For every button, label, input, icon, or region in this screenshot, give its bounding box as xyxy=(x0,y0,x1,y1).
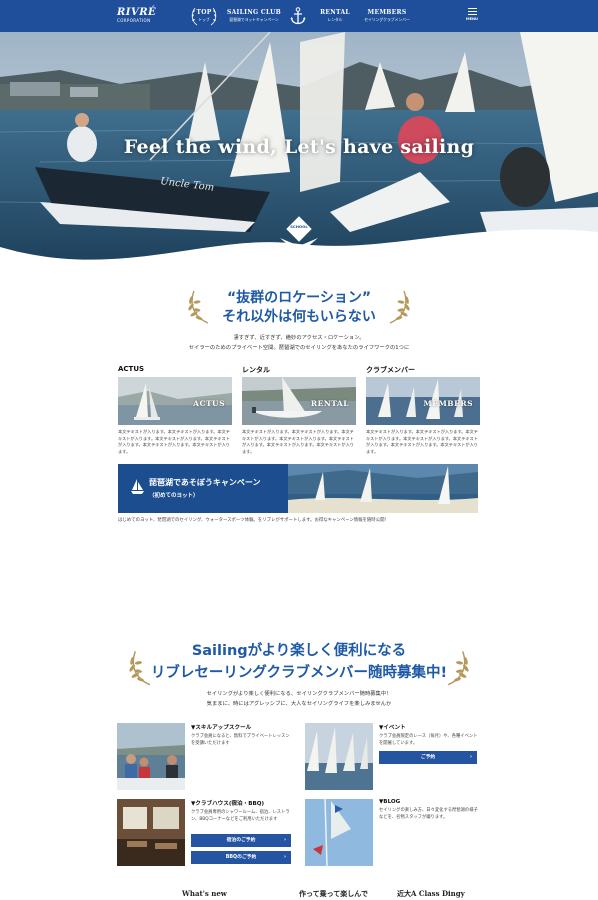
menu-label: MENU xyxy=(466,17,478,21)
card-heading: クラブメンバー xyxy=(366,366,415,374)
campaign-banner[interactable]: 琵琶湖であそぼうキャンペーン （初めてのヨット） xyxy=(118,464,478,513)
card-text: 本文テキストが入ります。本文テキストが入ります。本文テキストが入ります。本文テキ… xyxy=(118,429,230,454)
banner-description: はじめてのヨット、琵琶湖でのセイリング、ウォータースポーツ体験。をリブレがサポー… xyxy=(118,518,389,523)
bbq-reserve-button[interactable]: BBQのご予約 › xyxy=(191,851,291,864)
card-rental[interactable]: レンタル RENTAL 本文テキストが入ります。本文テキストが入ります。本文テキ… xyxy=(242,365,356,455)
nav-rental[interactable]: RENTAL レンタル xyxy=(320,9,350,23)
stay-reserve-label: 宿泊のご予約 xyxy=(226,838,256,843)
card-image[interactable]: MEMBERS xyxy=(366,377,480,425)
nav-sailing-club[interactable]: SAILING CLUB 琵琶湖でヨットキャンペーン xyxy=(226,9,282,23)
header: RIVRÉ CORPORATION TOP トップ SAILING CLUB 琵… xyxy=(0,0,598,32)
wreath-icon xyxy=(191,7,217,26)
section2-title-line1: Sailingがより楽しく便利になる xyxy=(191,643,407,659)
logo-main: RIVRÉ xyxy=(117,7,157,18)
section1-title: “抜群のロケーション” それ以外は何もいらない xyxy=(0,289,598,327)
a-class-dingy-heading: 近大A Class Dingy xyxy=(397,889,465,898)
arrow-right-icon: › xyxy=(469,754,472,760)
nav-top[interactable]: TOP トップ xyxy=(189,7,219,26)
card-heading: レンタル xyxy=(242,366,270,374)
feature-image-event[interactable] xyxy=(305,723,373,790)
card-text: 本文テキストが入ります。本文テキストが入ります。本文テキストが入ります。本文テキ… xyxy=(366,429,478,454)
nav-members-title: MEMBERS xyxy=(367,9,407,16)
school-badge-label: SCHOOL xyxy=(290,224,308,229)
section2-lead-line1: セイリングがより楽しく便利になる、セイリングクラブメンバー随時募集中！ xyxy=(206,691,392,697)
section1-lead-line2: セイラーのためのプライベート空間。琵琶湖でのセイリングをあなたのライフワークの1… xyxy=(188,345,410,351)
nav-members-sub: セイリングクラブメンバー xyxy=(364,17,410,22)
feature-clubhouse: ▼クラブハウス(宿泊・BBQ) クラブ会員専用のシャワールーム、宿泊、レストラン… xyxy=(191,799,291,823)
section1-lead: 凄すぎず、近すぎず、絶妙のアクセス・ロケーション。 セイラーのためのプライベート… xyxy=(0,333,598,353)
card-image-label: RENTAL xyxy=(310,399,349,408)
feature-text: クラブ会員になると、無料でプライベートレッスンを受講いただけます xyxy=(191,734,290,746)
feature-image-blog[interactable] xyxy=(305,799,373,866)
make-ride-enjoy-heading: 作って乗って楽しんで xyxy=(299,889,368,898)
feature-school: ▼スキルアップスクール クラブ会員になると、無料でプライベートレッスンを受講いた… xyxy=(191,723,291,747)
hero: Uncle Tom Feel the wind, Let's have sail… xyxy=(0,32,598,272)
hamburger-icon xyxy=(463,8,481,15)
menu-button[interactable]: MENU xyxy=(463,8,481,21)
feature-event: ▼イベント クラブ会員限定のレース（毎月）や、各種イベントを開催しています。 xyxy=(379,723,479,747)
card-image[interactable]: RENTAL xyxy=(242,377,356,425)
card-heading: ACTUS xyxy=(118,365,145,373)
arrow-right-icon: › xyxy=(283,854,286,860)
sailboat-icon xyxy=(131,479,144,494)
section2-lead-line2: 気ままに、時にはアグレッシブに、大人なセイリングライフを楽しみませんか xyxy=(206,701,392,707)
card-text: 本文テキストが入ります。本文テキストが入ります。本文テキストが入ります。本文テキ… xyxy=(242,429,354,454)
feature-image-school[interactable] xyxy=(117,723,185,790)
card-image-label: ACTUS xyxy=(193,399,225,408)
bbq-reserve-label: BBQのご予約 xyxy=(225,855,257,860)
arrow-right-icon: › xyxy=(283,837,286,843)
logo-sub: CORPORATION xyxy=(117,18,151,23)
nav-rental-sub: レンタル xyxy=(327,17,343,22)
card-members[interactable]: クラブメンバー MEMBERS 本文テキストが入ります。本文テキストが入ります。… xyxy=(366,365,480,455)
stay-reserve-button[interactable]: 宿泊のご予約 › xyxy=(191,834,291,847)
nav-sailing-club-title: SAILING CLUB xyxy=(226,9,282,16)
card-actus[interactable]: ACTUS ACTUS 本文テキストが入ります。本文テキストが入ります。本文テキ… xyxy=(118,365,232,455)
diamond-icon xyxy=(286,216,312,242)
section2-title-line2: リブレセーリングクラブメンバー随時募集中! xyxy=(150,665,448,681)
feature-heading: ▼スキルアップスクール xyxy=(191,725,252,731)
banner-subtitle: （初めてのヨット） xyxy=(149,493,199,499)
event-reserve-button[interactable]: ご予約 › xyxy=(379,751,477,764)
feature-heading: ▼BLOG xyxy=(379,799,401,805)
section1-title-line1: “抜群のロケーション” xyxy=(226,290,372,306)
event-reserve-label: ご予約 xyxy=(420,755,436,760)
section1-lead-line1: 凄すぎず、近すぎず、絶妙のアクセス・ロケーション。 xyxy=(233,335,365,341)
section1-title-line2: それ以外は何もいらない xyxy=(222,309,376,325)
feature-blog: ▼BLOG セイリングの楽しみ方、日々変化する琵琶湖の様子などを、名物スタッフが… xyxy=(379,799,479,821)
banner-title: 琵琶湖であそぼうキャンペーン xyxy=(149,478,261,487)
hero-title: Feel the wind, Let's have sailing xyxy=(123,136,475,158)
feature-text: セイリングの楽しみ方、日々変化する琵琶湖の様子などを、名物スタッフが綴ります。 xyxy=(379,808,478,820)
section2-lead: セイリングがより楽しく便利になる、セイリングクラブメンバー随時募集中！ 気ままに… xyxy=(0,689,598,709)
card-image-label: MEMBERS xyxy=(423,399,473,408)
nav-rental-title: RENTAL xyxy=(320,9,350,16)
nav-members[interactable]: MEMBERS セイリングクラブメンバー xyxy=(364,9,410,23)
card-image[interactable]: ACTUS xyxy=(118,377,232,425)
feature-heading: ▼イベント xyxy=(379,725,406,731)
school-badge[interactable]: SCHOOL xyxy=(286,216,312,242)
logo[interactable]: RIVRÉ CORPORATION xyxy=(117,7,157,24)
nav-sailing-club-sub: 琵琶湖でヨットキャンペーン xyxy=(229,17,279,22)
whats-new-heading: What's new xyxy=(182,889,227,898)
feature-heading: ▼クラブハウス(宿泊・BBQ) xyxy=(191,801,265,807)
section2-title: Sailingがより楽しく便利になる リブレセーリングクラブメンバー随時募集中! xyxy=(0,640,598,684)
anchor-icon xyxy=(290,7,306,25)
feature-image-clubhouse[interactable] xyxy=(117,799,185,866)
feature-text: クラブ会員専用のシャワールーム、宿泊、レストラン、BBQコーナーなどをご利用いた… xyxy=(191,810,290,822)
feature-text: クラブ会員限定のレース（毎月）や、各種イベントを開催しています。 xyxy=(379,734,478,746)
